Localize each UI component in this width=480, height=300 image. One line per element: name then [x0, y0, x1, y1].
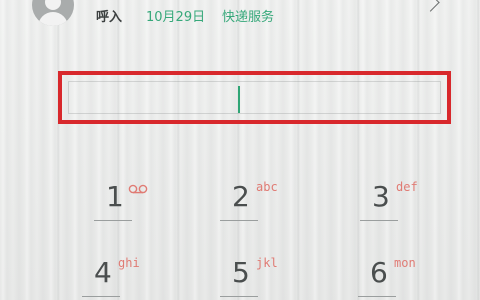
dial-key-2[interactable]: 2 abc — [220, 180, 280, 226]
call-type-label: 呼入 — [96, 10, 123, 25]
dial-key-3[interactable]: 3 def — [360, 180, 420, 226]
key-letters: jkl — [256, 256, 278, 270]
key-letters: mon — [394, 256, 416, 270]
avatar-head — [45, 0, 61, 10]
dial-key-6[interactable]: 6 mon — [358, 256, 418, 300]
contact-avatar[interactable] — [32, 0, 74, 26]
call-date: 10月29日 — [146, 10, 206, 25]
dialer-screen: 呼入 10月29日 快递服务 1 2 abc 3 def 4 ghi 5 jkl — [0, 0, 480, 300]
key-digit: 2 — [232, 180, 250, 213]
key-letters: def — [396, 180, 418, 194]
key-divider — [220, 296, 258, 297]
key-divider — [94, 220, 132, 221]
number-input[interactable] — [58, 71, 451, 124]
key-divider — [358, 296, 396, 297]
key-divider — [360, 220, 398, 221]
key-letters: ghi — [118, 256, 140, 270]
key-digit: 3 — [372, 180, 390, 213]
caller-name[interactable]: 快递服务 — [222, 6, 274, 25]
text-caret — [238, 86, 240, 113]
key-digit: 6 — [370, 256, 388, 289]
key-divider — [220, 220, 258, 221]
dial-key-1[interactable]: 1 — [94, 180, 154, 226]
voicemail-icon — [128, 184, 148, 194]
avatar-body — [38, 12, 68, 26]
key-letters: abc — [256, 180, 278, 194]
key-divider — [82, 296, 120, 297]
key-digit: 1 — [106, 180, 124, 213]
dial-key-5[interactable]: 5 jkl — [220, 256, 280, 300]
dial-key-4[interactable]: 4 ghi — [82, 256, 142, 300]
key-digit: 4 — [94, 256, 112, 289]
key-digit: 5 — [232, 256, 250, 289]
chevron-right-icon[interactable] — [421, 0, 440, 12]
